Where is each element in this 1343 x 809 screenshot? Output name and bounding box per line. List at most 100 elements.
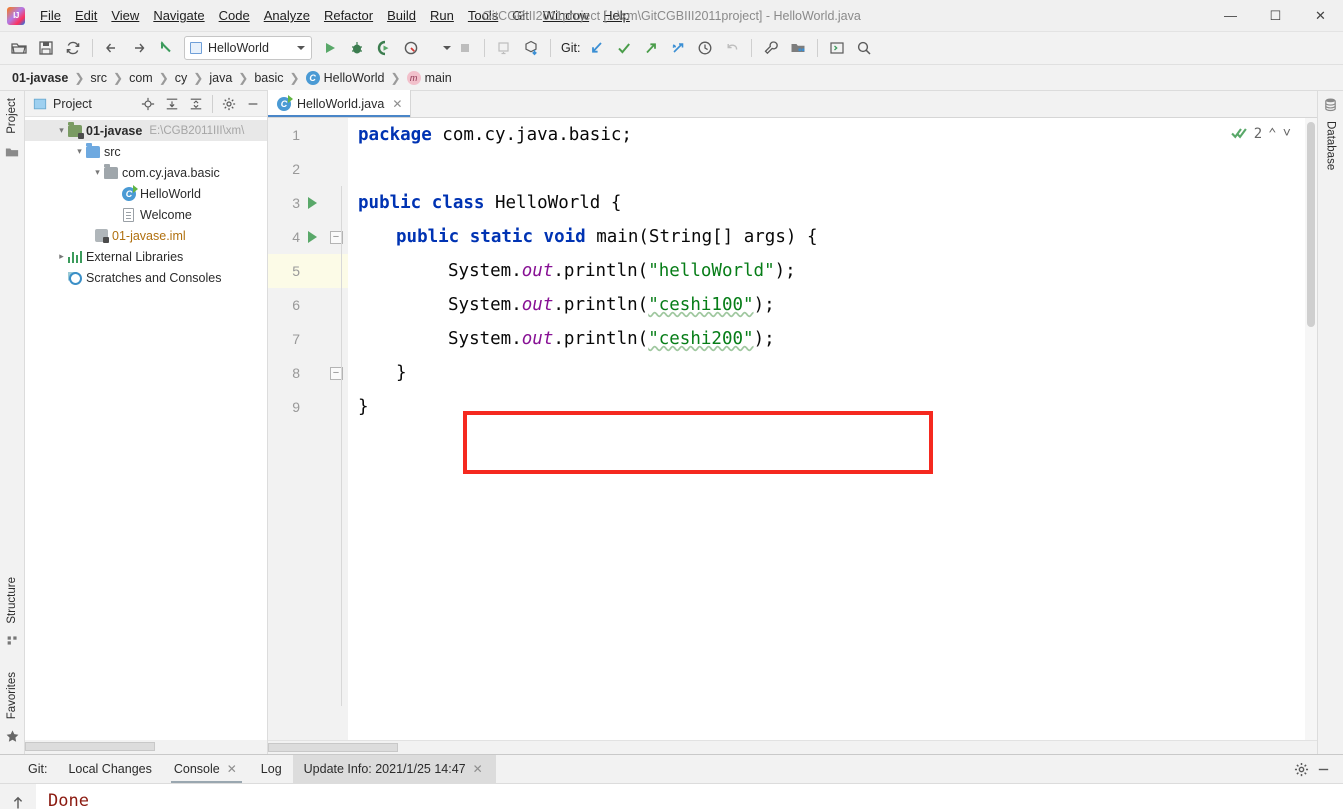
gear-icon[interactable] — [219, 94, 239, 114]
menu-edit[interactable]: Edit — [68, 5, 104, 26]
tree-node-iml[interactable]: 01-javase.iml — [25, 225, 267, 246]
chevron-down-icon[interactable]: ▾ — [55, 124, 68, 137]
breadcrumb-item-src[interactable]: src — [87, 70, 110, 86]
previous-problem-icon[interactable]: ⌃ — [1268, 126, 1276, 142]
code-editor[interactable]: 1 2 3 4− 5 6 7 8− 9 package com.cy.java.… — [268, 118, 1317, 740]
breadcrumb-item-method[interactable]: m main — [404, 70, 455, 86]
sidebar-item-project[interactable]: Project — [6, 91, 18, 141]
update-project-icon[interactable] — [491, 36, 517, 61]
editor-hscroll-thumb[interactable] — [268, 743, 398, 752]
git-push-icon[interactable] — [638, 36, 664, 61]
editor-vscrollbar[interactable] — [1305, 118, 1317, 740]
minimize-button[interactable]: — — [1208, 0, 1253, 32]
menu-git[interactable]: Git — [505, 5, 536, 26]
project-tab-label: Project — [6, 98, 18, 134]
breadcrumb-item-class[interactable]: C HelloWorld — [303, 70, 388, 86]
tab-console[interactable]: Console ✕ — [163, 755, 250, 783]
last-edit-location-icon[interactable] — [153, 36, 179, 61]
git-pull-icon[interactable] — [584, 36, 610, 61]
breadcrumb-item-basic[interactable]: basic — [251, 70, 286, 86]
rollback-icon[interactable] — [719, 36, 745, 61]
module-folder-icon — [68, 121, 84, 139]
expand-all-icon[interactable] — [162, 94, 182, 114]
menu-file[interactable]: File — [33, 5, 68, 26]
open-icon[interactable] — [6, 36, 32, 61]
editor-hscrollbar[interactable] — [268, 740, 1317, 754]
tree-node-welcome[interactable]: Welcome — [25, 204, 267, 225]
gutter-line: 7 — [268, 322, 348, 356]
tree-node-scratches[interactable]: Scratches and Consoles — [25, 267, 267, 288]
profile-dropdown-icon[interactable] — [425, 36, 451, 61]
gear-icon[interactable] — [1291, 759, 1311, 779]
editor-tab-helloworld[interactable]: C HelloWorld.java ✕ — [268, 90, 412, 117]
sidebar-item-database[interactable]: Database — [1325, 114, 1337, 177]
run-gutter-icon[interactable] — [307, 197, 317, 209]
menu-window[interactable]: Window — [536, 5, 596, 26]
sidebar-item-favorites[interactable]: Favorites — [6, 665, 18, 726]
menu-analyze[interactable]: Analyze — [257, 5, 317, 26]
up-arrow-icon[interactable] — [5, 790, 31, 809]
menu-navigate[interactable]: Navigate — [146, 5, 211, 26]
save-all-icon[interactable] — [33, 36, 59, 61]
history-icon[interactable] — [692, 36, 718, 61]
sync-icon[interactable] — [60, 36, 86, 61]
forward-icon[interactable] — [126, 36, 152, 61]
tree-node-src[interactable]: ▾ src — [25, 141, 267, 162]
code-text[interactable]: package com.cy.java.basic; public class … — [268, 118, 1317, 740]
close-button[interactable]: ✕ — [1298, 0, 1343, 32]
stop-icon[interactable] — [452, 36, 478, 61]
editor-vscroll-thumb[interactable] — [1307, 122, 1315, 327]
search-everywhere-icon[interactable] — [851, 36, 877, 61]
profile-icon[interactable] — [398, 36, 424, 61]
menu-help[interactable]: Help — [596, 5, 637, 26]
run-icon[interactable] — [317, 36, 343, 61]
tree-node-external-libraries[interactable]: ▸ External Libraries — [25, 246, 267, 267]
git-commit-check-icon[interactable] — [611, 36, 637, 61]
next-problem-icon[interactable]: ˅ — [1283, 125, 1291, 142]
tree-node-package[interactable]: ▾ com.cy.java.basic — [25, 162, 267, 183]
sidebar-item-structure[interactable]: Structure — [6, 570, 18, 631]
code-line-3: public class HelloWorld { — [348, 186, 1317, 220]
run-with-coverage-icon[interactable] — [371, 36, 397, 61]
run-gutter-icon[interactable] — [307, 231, 317, 243]
project-hscrollbar[interactable] — [25, 740, 267, 754]
menu-refactor[interactable]: Refactor — [317, 5, 380, 26]
project-structure-icon[interactable] — [785, 36, 811, 61]
breadcrumb-item-java[interactable]: java — [206, 70, 235, 86]
locate-icon[interactable] — [138, 94, 158, 114]
menu-code[interactable]: Code — [212, 5, 257, 26]
tree-node-01-javase[interactable]: ▾ 01-javase E:\CGB2011III\xm\ — [25, 120, 267, 141]
run-configuration-selector[interactable]: HelloWorld — [184, 36, 312, 60]
hide-panel-icon[interactable] — [1313, 759, 1333, 779]
maximize-button[interactable]: ☐ — [1253, 0, 1298, 32]
menu-view[interactable]: View — [104, 5, 146, 26]
tab-log[interactable]: Log — [250, 755, 293, 783]
breadcrumb-item-com[interactable]: com — [126, 70, 156, 86]
shelve-icon[interactable] — [665, 36, 691, 61]
editor-gutter[interactable]: 1 2 3 4− 5 6 7 8− 9 — [268, 118, 348, 740]
menu-run[interactable]: Run — [423, 5, 461, 26]
menu-build[interactable]: Build — [380, 5, 423, 26]
breadcrumb-item-project[interactable]: 01-javase — [9, 70, 71, 86]
debug-icon[interactable] — [344, 36, 370, 61]
project-hscroll-thumb[interactable] — [25, 742, 155, 751]
collapse-all-icon[interactable] — [186, 94, 206, 114]
hide-panel-icon[interactable] — [243, 94, 263, 114]
terminal-icon[interactable] — [824, 36, 850, 61]
chevron-down-icon[interactable]: ▾ — [91, 166, 104, 179]
breadcrumb-item-cy[interactable]: cy — [172, 70, 191, 86]
menu-tools[interactable]: Tools — [461, 5, 505, 26]
tab-update-info[interactable]: Update Info: 2021/1/25 14:47 ✕ — [292, 755, 496, 783]
chevron-down-icon[interactable]: ▾ — [73, 145, 86, 158]
tree-node-helloworld[interactable]: C HelloWorld — [25, 183, 267, 204]
back-icon[interactable] — [99, 36, 125, 61]
close-tab-icon[interactable]: ✕ — [225, 762, 239, 776]
close-tab-icon[interactable]: ✕ — [471, 762, 485, 776]
tab-local-changes[interactable]: Local Changes — [57, 755, 162, 783]
settings-wrench-icon[interactable] — [758, 36, 784, 61]
commit-icon[interactable] — [518, 36, 544, 61]
chevron-right-icon[interactable]: ▸ — [55, 250, 68, 263]
close-tab-icon[interactable]: ✕ — [390, 97, 404, 111]
inspection-widget[interactable]: 2 ⌃ ˅ — [1231, 125, 1291, 142]
console-output[interactable]: Done 14:47:04.514: [GitCGBIII2011project… — [36, 784, 1343, 809]
